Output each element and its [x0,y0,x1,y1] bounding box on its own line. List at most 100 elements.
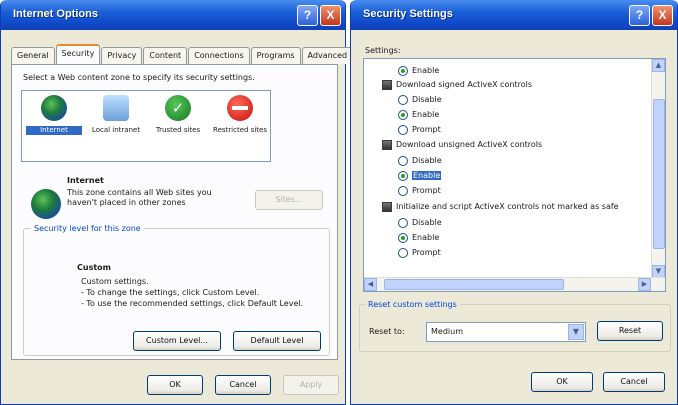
option-label: Prompt [412,186,441,195]
zone-label: Restricted sites [213,126,267,134]
title-bar: Security Settings ? X [351,0,677,30]
option-label: Prompt [412,248,441,257]
zone-prompt: Select a Web content zone to specify its… [23,73,255,82]
tab-advanced[interactable]: Advanced [301,47,354,64]
close-button[interactable]: X [320,5,341,26]
settings-label: Settings: [365,46,401,55]
radio-button[interactable] [398,247,408,258]
cancel-button[interactable]: Cancel [215,375,271,395]
option-row[interactable]: Enable [398,65,439,77]
zone-internet[interactable]: Internet [26,95,82,135]
setting-label: Download signed ActiveX controls [396,80,533,89]
zone-description: This zone contains all Web sites you [67,188,212,197]
option-row[interactable]: Disable [398,94,442,106]
level-text: Custom settings. [81,277,149,286]
scroll-up-arrow-icon[interactable]: ▲ [652,59,665,72]
zone-local-intranet[interactable]: Local intranet [88,95,144,135]
title-bar: Internet Options ? X [1,0,345,30]
tab-content[interactable]: Content [143,47,188,64]
scrollbar-thumb[interactable] [653,99,665,249]
reset-group-label: Reset custom settings [365,300,460,309]
radio-button[interactable] [398,185,408,196]
scroll-left-arrow-icon[interactable]: ◀ [364,278,377,291]
option-label: Disable [412,95,442,104]
apply-button[interactable]: Apply [283,375,339,395]
option-row[interactable]: Prompt [398,124,441,136]
horizontal-scrollbar[interactable]: ◀ ▶ [364,277,665,291]
window-title: Security Settings [363,8,453,20]
radio-button[interactable] [398,124,408,135]
option-label: Enable [412,171,442,180]
setting-icon [382,139,392,150]
radio-button[interactable] [398,65,408,76]
zone-title: Internet [67,176,104,185]
scrollbar-thumb[interactable] [384,279,564,290]
setting-label: Download unsigned ActiveX controls [396,140,543,149]
option-label: Enable [412,233,440,242]
option-row[interactable]: Prompt [398,185,441,197]
close-button[interactable]: X [652,5,673,26]
reset-to-value: Medium [431,327,463,336]
option-label: Enable [412,110,440,119]
radio-button[interactable] [398,94,408,105]
reset-button[interactable]: Reset [597,321,663,341]
setting-group: Download unsigned ActiveX controls [382,139,542,151]
zone-label: Internet [26,126,82,135]
tab-privacy[interactable]: Privacy [101,47,143,64]
tab-programs[interactable]: Programs [250,47,301,64]
ok-button[interactable]: OK [531,372,593,392]
help-button[interactable]: ? [297,5,318,26]
radio-button[interactable] [398,232,408,243]
radio-button[interactable] [398,109,408,120]
default-level-button[interactable]: Default Level [233,331,321,351]
radio-button[interactable] [398,155,408,166]
vertical-scrollbar[interactable]: ▲ ▼ [651,59,665,279]
zone-restricted-sites[interactable]: Restricted sites [212,95,268,135]
level-text: - To use the recommended settings, click… [81,299,304,308]
security-level-label: Security level for this zone [31,224,144,233]
radio-button[interactable] [398,170,408,181]
option-row[interactable]: Disable [398,155,442,167]
option-row[interactable]: Enable [398,109,439,121]
tab-strip: General Security Privacy Content Connect… [11,44,354,65]
chevron-down-icon[interactable]: ▼ [568,324,584,340]
level-title: Custom [77,263,111,272]
restricted-sites-icon [227,95,253,121]
option-row[interactable]: Disable [398,217,442,229]
option-label: Disable [412,156,442,165]
ok-button[interactable]: OK [147,375,203,395]
setting-group: Initialize and script ActiveX controls n… [382,201,619,213]
settings-tree: Enable Download signed ActiveX controls … [363,58,666,292]
zone-trusted-sites[interactable]: ✓ Trusted sites [150,95,206,135]
zone-label: Trusted sites [155,126,201,134]
level-text: - To change the settings, click Custom L… [81,288,260,297]
window-title: Internet Options [13,8,98,20]
setting-icon [382,201,392,212]
tab-security[interactable]: Security [55,44,101,64]
sites-button[interactable]: Sites... [255,190,323,210]
reset-to-dropdown[interactable]: Medium ▼ [426,322,586,342]
option-label: Disable [412,218,442,227]
local-intranet-icon [103,95,129,121]
custom-level-button[interactable]: Custom Level... [133,331,221,351]
trusted-sites-icon: ✓ [165,95,191,121]
setting-label: Initialize and script ActiveX controls n… [396,202,619,211]
setting-icon [382,79,392,90]
setting-group: Download signed ActiveX controls [382,79,532,91]
tab-connections[interactable]: Connections [188,47,250,64]
radio-button[interactable] [398,217,408,228]
scroll-right-arrow-icon[interactable]: ▶ [638,278,651,291]
globe-icon [41,95,67,121]
option-row[interactable]: Prompt [398,247,441,259]
zone-description: haven't placed in other zones [67,198,186,207]
option-label: Prompt [412,125,441,134]
internet-options-window: Internet Options ? X General Security Pr… [0,0,354,405]
globe-icon [31,189,61,219]
option-row[interactable]: Enable [398,170,442,182]
cancel-button[interactable]: Cancel [603,372,665,392]
help-button[interactable]: ? [629,5,650,26]
reset-to-label: Reset to: [369,327,405,336]
option-row[interactable]: Enable [398,232,439,244]
tab-general[interactable]: General [11,47,55,64]
zone-list: Internet Local intranet ✓ Trusted sites … [21,90,271,162]
